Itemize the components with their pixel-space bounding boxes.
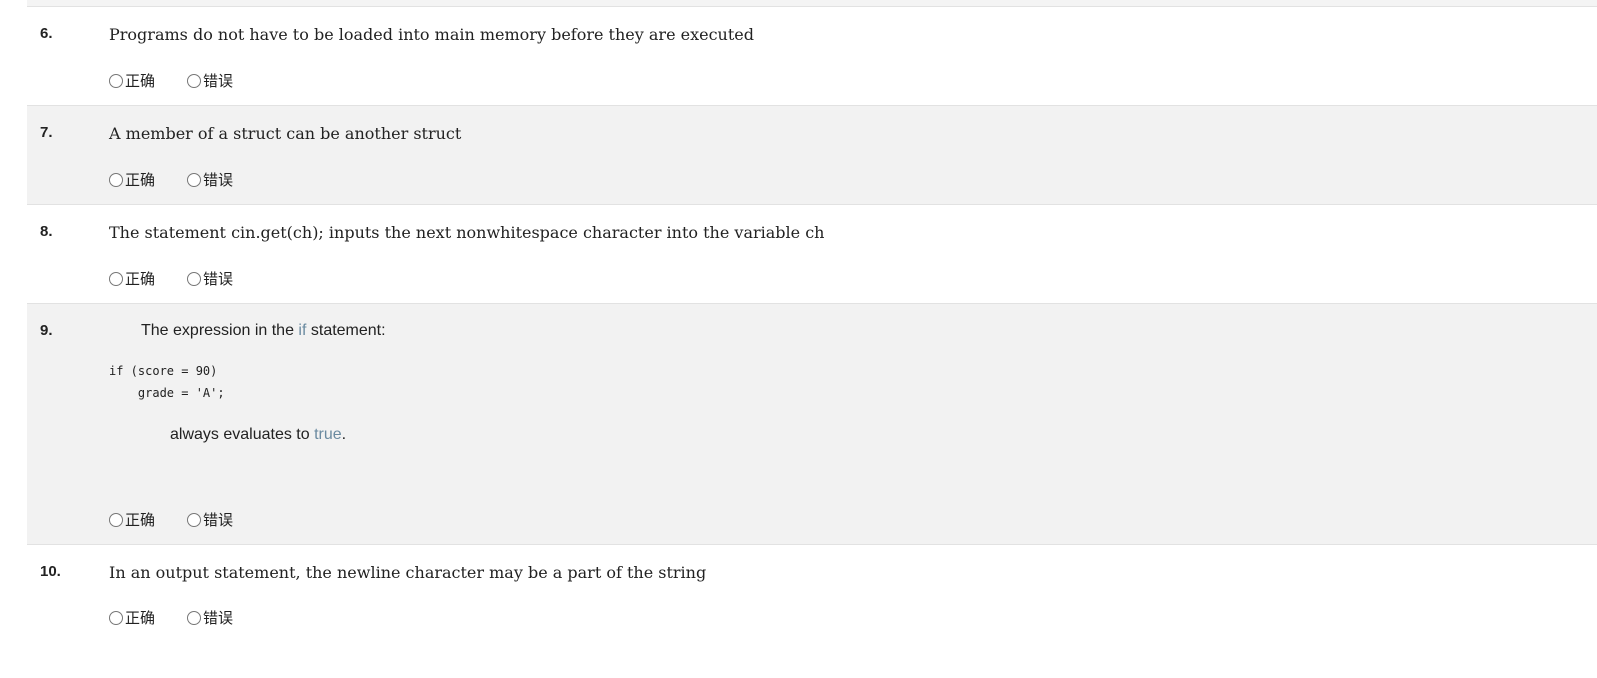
radio-icon[interactable]	[187, 172, 202, 187]
question-text: Programs do not have to be loaded into m…	[109, 25, 754, 44]
radio-icon[interactable]	[187, 73, 202, 88]
question-number: 10.	[40, 563, 61, 580]
option-true[interactable]: 正确	[109, 169, 155, 190]
radio-icon[interactable]	[109, 73, 123, 88]
code-snippet: if (score = 90) grade = 'A';	[109, 364, 225, 400]
option-false[interactable]: 错误	[187, 169, 233, 190]
option-label: 正确	[125, 171, 156, 189]
radio-icon[interactable]	[109, 172, 123, 187]
radio-icon[interactable]	[109, 610, 123, 625]
radio-icon[interactable]	[187, 512, 202, 527]
question-text: In an output statement, the newline char…	[109, 563, 707, 582]
option-label: 错误	[203, 72, 234, 90]
radio-icon[interactable]	[109, 512, 123, 527]
question-number: 8.	[40, 223, 53, 240]
option-label: 正确	[125, 270, 156, 288]
option-label: 错误	[203, 171, 234, 189]
option-false[interactable]: 错误	[187, 509, 233, 530]
radio-icon[interactable]	[187, 271, 202, 286]
option-true[interactable]: 正确	[109, 70, 155, 91]
option-true[interactable]: 正确	[109, 509, 155, 530]
question-text: A member of a struct can be another stru…	[109, 124, 462, 143]
option-true[interactable]: 正确	[109, 607, 155, 628]
question-number: 9.	[40, 322, 53, 339]
option-label: 正确	[125, 511, 156, 529]
question-10: 10. In an output statement, the newline …	[27, 545, 1597, 641]
option-false[interactable]: 错误	[187, 70, 233, 91]
question-8: 8. The statement cin.get(ch); inputs the…	[27, 205, 1597, 304]
question-number: 6.	[40, 25, 53, 42]
option-label: 正确	[125, 72, 156, 90]
option-label: 正确	[125, 609, 156, 627]
option-false[interactable]: 错误	[187, 268, 233, 289]
question-text: The statement cin.get(ch); inputs the ne…	[109, 223, 825, 242]
question-number: 7.	[40, 124, 53, 141]
option-label: 错误	[203, 609, 234, 627]
previous-question-bottom	[27, 0, 1597, 7]
option-label: 错误	[203, 511, 234, 529]
question-9: 9. The expression in the if statement: i…	[27, 304, 1597, 545]
question-intro: The expression in the if statement:	[141, 322, 386, 339]
question-outro: always evaluates to true.	[170, 426, 347, 443]
question-6: 6. Programs do not have to be loaded int…	[27, 7, 1597, 106]
option-true[interactable]: 正确	[109, 268, 155, 289]
option-false[interactable]: 错误	[187, 607, 233, 628]
radio-icon[interactable]	[109, 271, 123, 286]
radio-icon[interactable]	[187, 610, 202, 625]
question-7: 7. A member of a struct can be another s…	[27, 106, 1597, 205]
option-label: 错误	[203, 270, 234, 288]
